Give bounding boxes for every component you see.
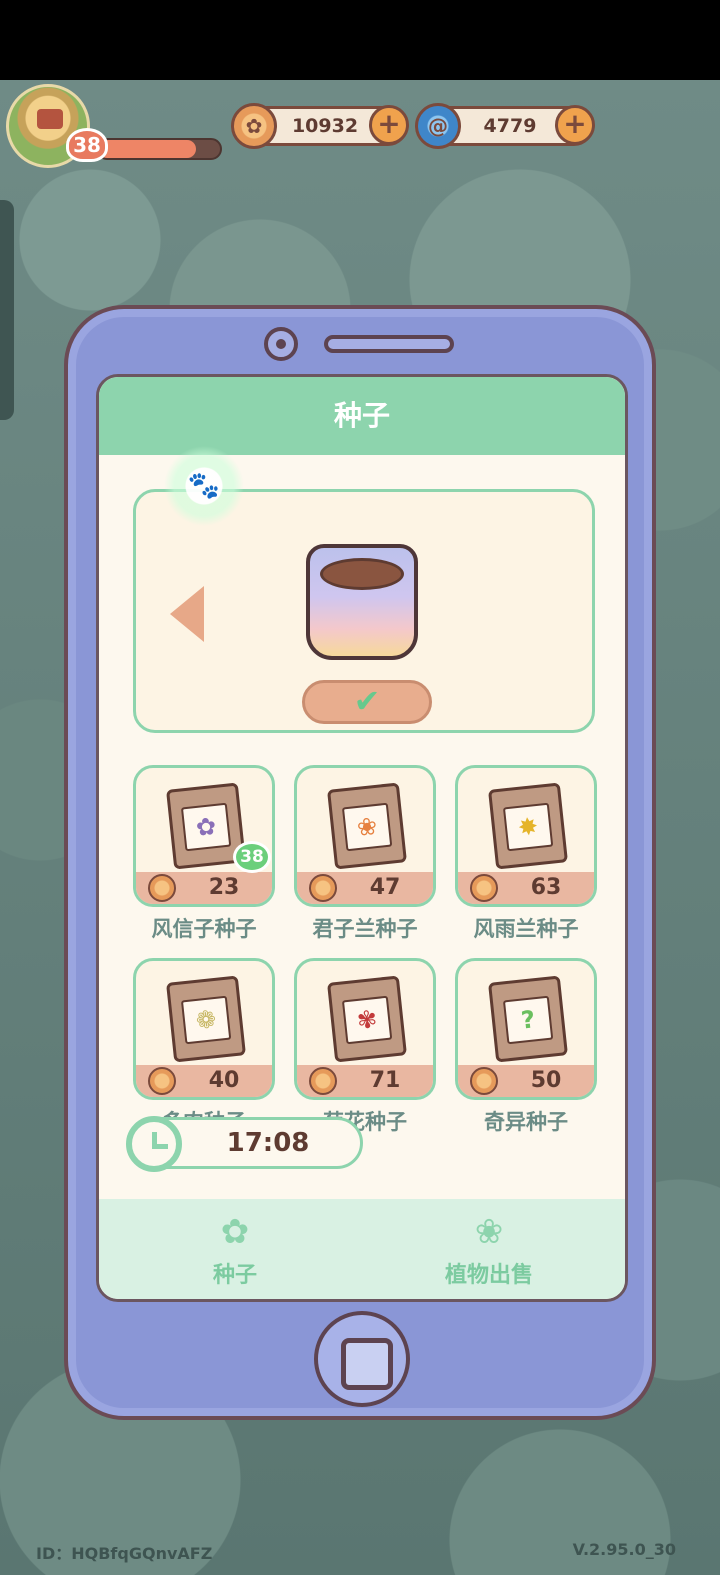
flower-icon: ❀ bbox=[474, 1212, 504, 1252]
clivia-packet-icon: ❀ bbox=[327, 782, 407, 870]
seed-price: 40 bbox=[208, 1068, 240, 1093]
seed-item[interactable]: ✿ 23 38 风信子种子 bbox=[133, 765, 293, 955]
seed-card[interactable]: ✾ 71 bbox=[294, 958, 436, 1100]
timer-text: 17:08 bbox=[226, 1128, 310, 1158]
coin-icon bbox=[470, 874, 498, 902]
seed-item[interactable]: ? 50 奇异种子 bbox=[455, 958, 615, 1148]
seed-packet-picture: ❀ bbox=[341, 802, 393, 852]
coin-icon bbox=[309, 1067, 337, 1095]
mystery-packet-icon: ? bbox=[488, 975, 568, 1063]
tab-seeds[interactable]: ✿ 种子 bbox=[145, 1207, 325, 1289]
chrysanthemum-packet-icon: ✾ bbox=[327, 975, 407, 1063]
coin-icon bbox=[148, 1067, 176, 1095]
seed-card[interactable]: ✸ 63 bbox=[455, 765, 597, 907]
clock-icon bbox=[126, 1116, 182, 1172]
seed-price: 47 bbox=[369, 875, 401, 900]
seed-price: 23 bbox=[208, 875, 240, 900]
seed-packet-picture: ✾ bbox=[341, 995, 393, 1045]
seed-packet-picture: ? bbox=[502, 995, 554, 1045]
succulent-packet-icon: ❁ bbox=[166, 975, 246, 1063]
player-id: ID：HQBfqGQnvAFZ bbox=[36, 1544, 213, 1563]
sprout-icon: ✿ bbox=[220, 1212, 250, 1252]
seed-price-bar: 63 bbox=[458, 872, 594, 904]
swirl-gem-icon: @ bbox=[415, 103, 461, 149]
gem-amount: 4779 bbox=[483, 115, 537, 137]
seed-price: 50 bbox=[530, 1068, 562, 1093]
coin-icon bbox=[309, 874, 337, 902]
seed-name: 风信子种子 bbox=[151, 917, 257, 941]
xp-bar bbox=[96, 138, 222, 160]
confirm-pot-button[interactable]: ✔ bbox=[302, 680, 432, 724]
speaker-grille bbox=[324, 335, 454, 353]
bottom-nav: ✿ 种子 ❀ 植物出售 bbox=[99, 1199, 625, 1299]
coin-icon bbox=[470, 1067, 498, 1095]
phone-frame: 种子 🐾 ✔ ✿2338风信子种子❀47君子兰种子✸63风雨兰种子❁40多肉种子… bbox=[64, 305, 656, 1420]
avatar-face-icon bbox=[37, 109, 63, 129]
seed-price: 71 bbox=[369, 1068, 401, 1093]
seed-price-bar: 40 bbox=[136, 1065, 272, 1097]
zephyranthes-packet-icon: ✸ bbox=[488, 782, 568, 870]
tab-plant-sale-label: 植物出售 bbox=[444, 1263, 533, 1288]
screen-title: 种子 bbox=[99, 377, 625, 455]
coin-counter: ✿ 10932 + bbox=[231, 103, 409, 149]
side-drawer-handle[interactable] bbox=[0, 200, 14, 420]
camera-icon bbox=[264, 327, 298, 361]
seed-name: 奇异种子 bbox=[484, 1110, 568, 1134]
seed-card[interactable]: ? 50 bbox=[455, 958, 597, 1100]
tab-plant-sale[interactable]: ❀ 植物出售 bbox=[399, 1207, 579, 1289]
seed-card[interactable]: ❁ 40 bbox=[133, 958, 275, 1100]
coin-icon: ✿ bbox=[231, 103, 277, 149]
previous-pot-arrow-icon[interactable] bbox=[170, 586, 204, 642]
seed-price-bar: 47 bbox=[297, 872, 433, 904]
seed-packet-picture: ✿ bbox=[180, 802, 232, 852]
add-coins-button[interactable]: + bbox=[369, 105, 409, 145]
seed-stock-badge: 38 bbox=[233, 841, 271, 873]
seed-name: 风雨兰种子 bbox=[473, 917, 579, 941]
seed-packet-picture: ❁ bbox=[180, 995, 232, 1045]
add-gems-button[interactable]: + bbox=[555, 105, 595, 145]
status-bar bbox=[0, 0, 720, 80]
pot-soil bbox=[320, 558, 404, 590]
seed-item[interactable]: ✸ 63 风雨兰种子 bbox=[455, 765, 615, 955]
version-label: V.2.95.0_30 bbox=[572, 1540, 676, 1559]
seed-price: 63 bbox=[530, 875, 562, 900]
paw-icon: 🐾 bbox=[164, 446, 244, 526]
xp-bar-fill bbox=[98, 140, 196, 158]
seed-packet-picture: ✸ bbox=[502, 802, 554, 852]
seed-card[interactable]: ❀ 47 bbox=[294, 765, 436, 907]
phone-screen: 种子 🐾 ✔ ✿2338风信子种子❀47君子兰种子✸63风雨兰种子❁40多肉种子… bbox=[96, 374, 628, 1302]
pot-preview-panel: 🐾 ✔ bbox=[133, 446, 595, 733]
seed-item[interactable]: ❀ 47 君子兰种子 bbox=[294, 765, 454, 955]
seed-price-bar: 71 bbox=[297, 1065, 433, 1097]
level-badge: 38 bbox=[66, 128, 108, 162]
home-button[interactable] bbox=[314, 1311, 410, 1407]
restock-timer: 17:08 bbox=[126, 1116, 363, 1172]
coin-icon bbox=[148, 874, 176, 902]
tab-seeds-label: 种子 bbox=[212, 1263, 257, 1288]
seed-price-bar: 23 bbox=[136, 872, 272, 904]
seed-card[interactable]: ✿ 23 bbox=[133, 765, 275, 907]
seed-name: 君子兰种子 bbox=[312, 917, 418, 941]
coin-amount: 10932 bbox=[291, 115, 359, 137]
seed-price-bar: 50 bbox=[458, 1065, 594, 1097]
flower-pot-icon bbox=[306, 544, 418, 660]
gem-counter: @ 4779 + bbox=[415, 103, 595, 149]
